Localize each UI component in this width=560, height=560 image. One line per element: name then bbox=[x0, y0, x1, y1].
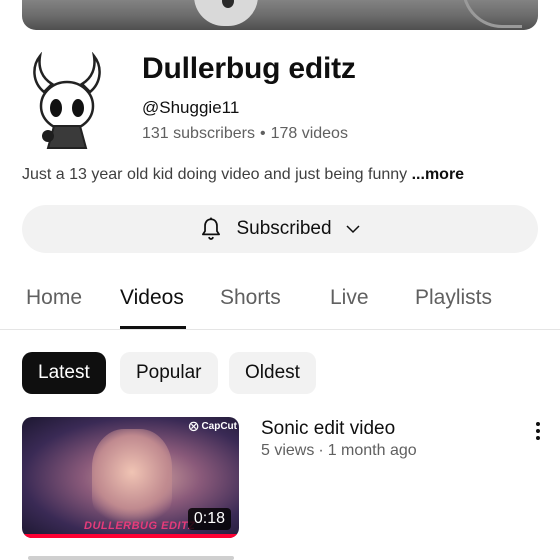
filter-chip-latest[interactable]: Latest bbox=[22, 352, 106, 394]
filter-chip-oldest[interactable]: Oldest bbox=[229, 352, 316, 394]
description-more-link[interactable]: ...more bbox=[412, 166, 464, 183]
channel-banner bbox=[22, 0, 538, 30]
tab-shorts[interactable]: Shorts bbox=[220, 286, 281, 310]
subscribed-button[interactable]: Subscribed bbox=[22, 205, 538, 253]
next-video-thumbnail-edge bbox=[28, 556, 234, 560]
video-duration: 0:18 bbox=[187, 508, 231, 530]
tab-home[interactable]: Home bbox=[26, 286, 82, 310]
hollow-knight-avatar-icon bbox=[33, 51, 101, 149]
channel-tabs: Home Videos Shorts Live Playlists bbox=[0, 280, 560, 330]
channel-avatar[interactable] bbox=[26, 51, 108, 152]
video-meta: 5 views · 1 month ago bbox=[261, 442, 417, 460]
video-title[interactable]: Sonic edit video bbox=[261, 418, 395, 440]
thumbnail-watermark: DULLERBUG EDITZ bbox=[84, 520, 196, 532]
video-list-item[interactable]: ⨂ CapCut DULLERBUG EDITZ 0:18 Sonic edit… bbox=[22, 417, 540, 538]
capcut-badge: ⨂ CapCut bbox=[188, 421, 237, 432]
banner-art-horn bbox=[462, 0, 522, 28]
more-options-icon[interactable] bbox=[526, 419, 550, 443]
video-age: 1 month ago bbox=[327, 442, 417, 459]
subscriber-count: 131 subscribers bbox=[142, 125, 255, 142]
tab-videos[interactable]: Videos bbox=[120, 286, 184, 310]
tab-playlists[interactable]: Playlists bbox=[415, 286, 492, 310]
channel-name: Dullerbug editz bbox=[142, 52, 356, 85]
subscribed-label: Subscribed bbox=[236, 218, 332, 239]
bell-icon bbox=[202, 217, 221, 240]
filter-chip-popular[interactable]: Popular bbox=[120, 352, 218, 394]
meta-separator: · bbox=[318, 442, 324, 459]
channel-handle: @Shuggie11 bbox=[142, 98, 240, 117]
video-thumbnail[interactable]: ⨂ CapCut DULLERBUG EDITZ 0:18 bbox=[22, 417, 239, 538]
thumbnail-character bbox=[92, 429, 172, 525]
video-views: 5 views bbox=[261, 442, 315, 459]
active-tab-indicator bbox=[120, 326, 186, 329]
video-count: 178 videos bbox=[270, 125, 348, 142]
channel-stats: 131 subscribers • 178 videos bbox=[142, 125, 348, 143]
stats-separator: • bbox=[259, 125, 266, 142]
tab-live[interactable]: Live bbox=[330, 286, 369, 310]
chevron-down-icon bbox=[346, 225, 360, 234]
channel-description[interactable]: Just a 13 year old kid doing video and j… bbox=[22, 166, 464, 184]
watch-progress-bar bbox=[22, 534, 239, 538]
description-text: Just a 13 year old kid doing video and j… bbox=[22, 166, 408, 183]
